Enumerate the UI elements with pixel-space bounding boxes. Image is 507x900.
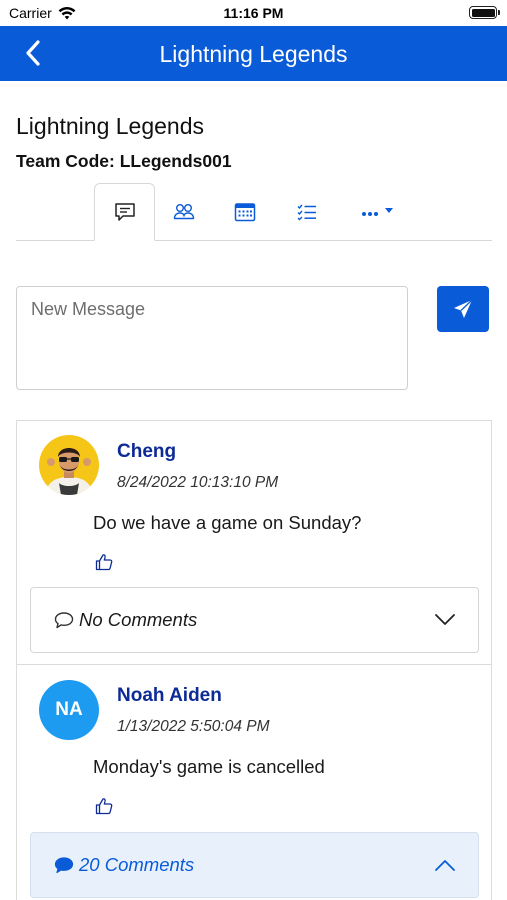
app-header: Lightning Legends <box>0 26 507 81</box>
message-post: Cheng 8/24/2022 10:13:10 PM Do we have a… <box>17 421 491 664</box>
team-code: Team Code: LLegends001 <box>16 151 232 171</box>
message-post: NA Noah Aiden 1/13/2022 5:50:04 PM Monda… <box>17 664 491 900</box>
post-author[interactable]: Noah Aiden <box>117 685 222 707</box>
send-icon <box>454 299 473 318</box>
tab-calendar[interactable] <box>225 183 265 241</box>
post-message: Monday's game is cancelled <box>93 756 325 777</box>
new-message-input[interactable] <box>16 286 408 390</box>
tab-tasks[interactable] <box>287 183 327 241</box>
thumbs-up-icon <box>95 554 113 571</box>
tab-members[interactable] <box>164 183 204 241</box>
status-bar: Carrier 11:16 PM <box>0 0 507 26</box>
like-button[interactable] <box>93 795 115 817</box>
comment-bubble-icon <box>53 610 75 630</box>
team-name: Lightning Legends <box>16 113 204 139</box>
tab-messages[interactable] <box>94 183 155 241</box>
post-timestamp: 8/24/2022 10:13:10 PM <box>117 474 279 491</box>
chevron-up-icon <box>434 858 456 872</box>
comments-toggle[interactable]: 20 Comments <box>30 832 479 898</box>
checklist-icon <box>297 204 316 221</box>
post-message: Do we have a game on Sunday? <box>93 512 362 533</box>
send-button[interactable] <box>437 286 489 332</box>
battery-icon <box>469 6 500 19</box>
comment-bubble-icon <box>53 855 75 875</box>
clock: 11:16 PM <box>223 5 284 21</box>
thumbs-up-icon <box>95 798 113 815</box>
post-timestamp: 1/13/2022 5:50:04 PM <box>117 718 270 735</box>
calendar-icon <box>234 203 256 222</box>
tab-more[interactable] <box>352 183 398 241</box>
members-icon <box>173 204 195 220</box>
chat-icon <box>114 203 135 221</box>
comments-toggle[interactable]: No Comments <box>30 587 479 653</box>
post-author[interactable]: Cheng <box>117 441 176 463</box>
comments-label: No Comments <box>79 609 198 630</box>
avatar[interactable]: NA <box>39 680 99 740</box>
avatar[interactable] <box>39 435 99 495</box>
header-title: Lightning Legends <box>159 41 348 67</box>
chevron-down-icon <box>434 613 456 627</box>
message-feed: Cheng 8/24/2022 10:13:10 PM Do we have a… <box>16 420 492 900</box>
more-icon <box>362 208 393 216</box>
like-button[interactable] <box>93 551 115 573</box>
comments-label: 20 Comments <box>79 854 195 875</box>
avatar-photo <box>39 435 99 495</box>
team-tabs <box>16 183 492 241</box>
